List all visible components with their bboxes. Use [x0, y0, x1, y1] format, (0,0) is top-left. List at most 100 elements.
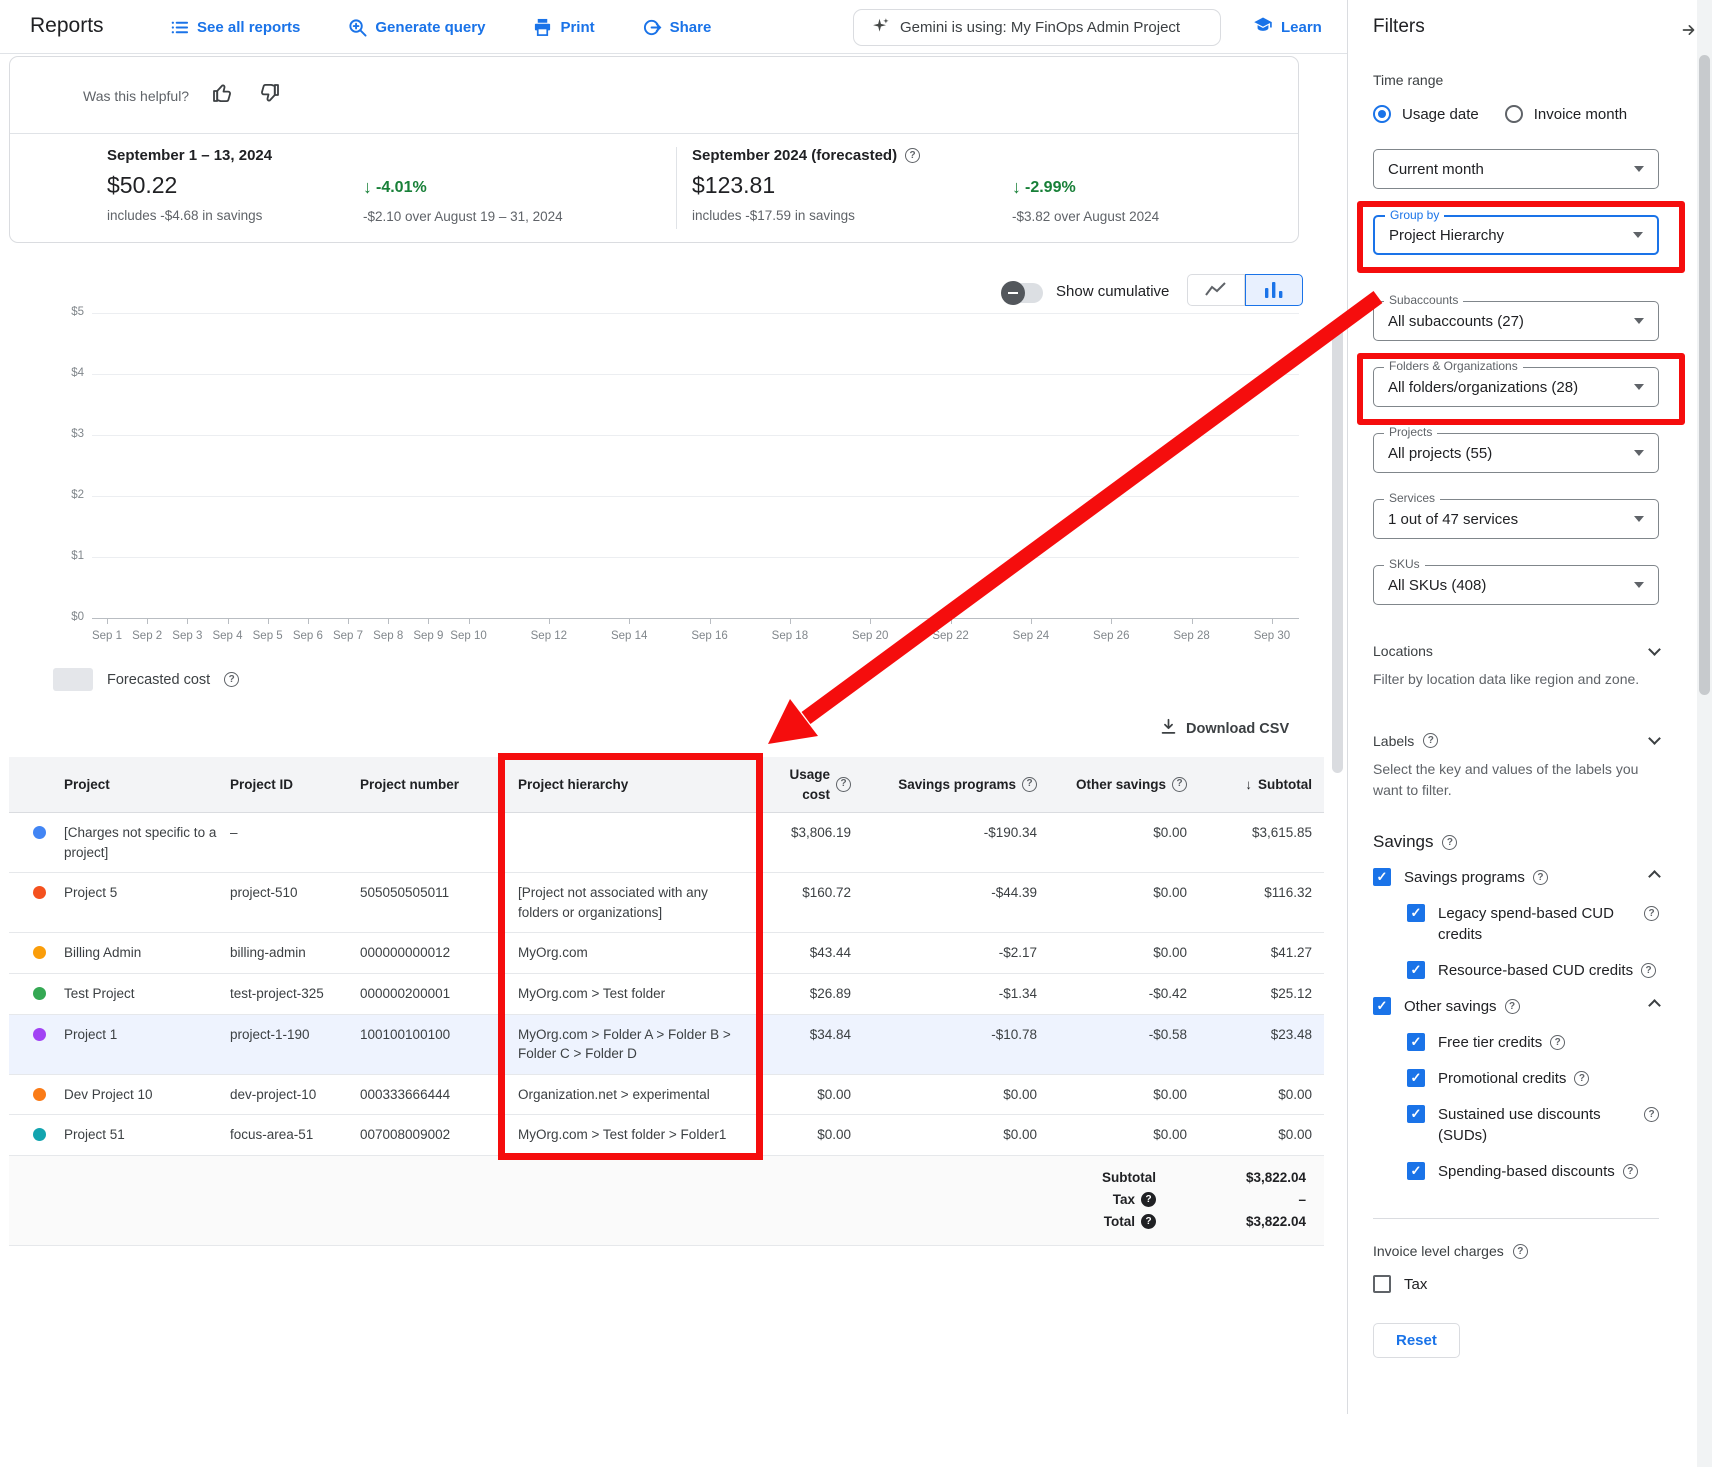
checkbox-row-legacy-spend-based-cud-credits[interactable]: ✓Legacy spend-based CUD credits?	[1407, 903, 1659, 945]
column-help-icon[interactable]: ?	[1172, 777, 1187, 792]
checkbox[interactable]: ✓	[1373, 868, 1391, 886]
thumbs-up-button[interactable]	[211, 81, 235, 110]
window-scrollbar-thumb[interactable]	[1699, 55, 1710, 695]
learn-link[interactable]: Learn	[1253, 15, 1322, 39]
tax-help-icon[interactable]: ?	[1141, 1192, 1156, 1207]
checkbox-row-savings-programs[interactable]: ✓Savings programs?	[1373, 867, 1659, 888]
table-row[interactable]: [Charges not specific to a project]–$3,8…	[9, 813, 1324, 873]
checkbox-row-free-tier-credits[interactable]: ✓Free tier credits?	[1407, 1032, 1659, 1053]
forecast-bar[interactable]	[656, 353, 682, 618]
tax-checkbox-row[interactable]: Tax	[1373, 1274, 1659, 1295]
reset-button[interactable]: Reset	[1373, 1323, 1460, 1358]
skus-select[interactable]: SKUsAll SKUs (408)	[1373, 565, 1659, 605]
show-cumulative-toggle[interactable]	[1003, 283, 1043, 303]
group-by-select[interactable]: Group byProject Hierarchy	[1373, 215, 1659, 255]
checkbox-row-promotional-credits[interactable]: ✓Promotional credits?	[1407, 1068, 1659, 1089]
help-icon[interactable]: ?	[1533, 870, 1548, 885]
forecast-bar[interactable]	[817, 353, 843, 618]
cost-bar[interactable]	[174, 365, 200, 618]
help-icon[interactable]: ?	[1574, 1071, 1589, 1086]
table-row[interactable]: Test Projecttest-project-325000000200001…	[9, 974, 1324, 1015]
labels-section-header[interactable]: Labels ?	[1373, 733, 1659, 749]
forecast-bar[interactable]	[1259, 377, 1285, 618]
share-button[interactable]: Share	[643, 18, 712, 37]
projects-select[interactable]: ProjectsAll projects (55)	[1373, 433, 1659, 473]
checkbox-row-resource-based-cud-credits[interactable]: ✓Resource-based CUD credits?	[1407, 960, 1659, 981]
help-icon[interactable]: ?	[1644, 1107, 1659, 1122]
column-help-icon[interactable]: ?	[836, 777, 851, 792]
checkbox[interactable]: ✓	[1407, 1162, 1425, 1180]
column-header-savings-programs[interactable]: Savings programs?	[863, 757, 1049, 812]
table-row[interactable]: Billing Adminbilling-admin000000000012My…	[9, 933, 1324, 974]
checkbox[interactable]: ✓	[1407, 1033, 1425, 1051]
forecast-bar[interactable]	[777, 353, 803, 618]
column-header-project-number[interactable]: Project number	[360, 757, 518, 812]
cost-bar[interactable]	[295, 365, 321, 618]
cost-bar[interactable]	[215, 365, 241, 618]
forecast-bar[interactable]	[1058, 377, 1084, 618]
labels-help-icon[interactable]: ?	[1423, 733, 1438, 748]
line-chart-type-button[interactable]	[1187, 274, 1245, 306]
forecast-bar[interactable]	[737, 353, 763, 618]
tax-checkbox[interactable]	[1373, 1275, 1391, 1293]
checkbox[interactable]: ✓	[1407, 961, 1425, 979]
print-button[interactable]: Print	[533, 18, 594, 37]
time-range-select[interactable]: Current month	[1373, 149, 1659, 189]
forecast-bar[interactable]	[1179, 377, 1205, 618]
forecast-bar[interactable]	[978, 371, 1004, 618]
cost-bar[interactable]	[576, 591, 602, 618]
services-select[interactable]: Services1 out of 47 services	[1373, 499, 1659, 539]
forecast-bar[interactable]	[857, 353, 883, 618]
forecast-bar[interactable]	[1219, 377, 1245, 618]
forecast-bar[interactable]	[1098, 377, 1124, 618]
locations-section-header[interactable]: Locations	[1373, 643, 1659, 659]
forecast-bar[interactable]	[616, 353, 642, 618]
column-header-subtotal[interactable]: ↓Subtotal	[1199, 757, 1324, 812]
help-icon[interactable]: ?	[1644, 906, 1659, 921]
savings-help-icon[interactable]: ?	[1442, 835, 1457, 850]
gemini-status-pill[interactable]: Gemini is using: My FinOps Admin Project	[853, 9, 1221, 46]
checkbox-row-other-savings[interactable]: ✓Other savings?	[1373, 996, 1659, 1017]
content-scrollbar-thumb[interactable]	[1332, 323, 1343, 773]
column-header-project[interactable]: Project	[64, 757, 230, 812]
radio-icon[interactable]	[1505, 105, 1523, 123]
cost-bar[interactable]	[536, 350, 562, 618]
checkbox[interactable]: ✓	[1407, 904, 1425, 922]
thumbs-down-button[interactable]	[257, 81, 281, 110]
help-icon[interactable]: ?	[1550, 1035, 1565, 1050]
radio-usage-date[interactable]: Usage date	[1373, 105, 1479, 123]
forecast-legend-help-icon[interactable]: ?	[224, 672, 239, 687]
cost-bar[interactable]	[375, 358, 401, 618]
column-header-project-id[interactable]: Project ID	[230, 757, 360, 812]
forecast-bar[interactable]	[897, 353, 923, 618]
folders-organizations-select[interactable]: Folders & OrganizationsAll folders/organ…	[1373, 367, 1659, 407]
see-all-reports-button[interactable]: See all reports	[170, 18, 300, 37]
checkbox[interactable]: ✓	[1407, 1069, 1425, 1087]
chevron-up-icon[interactable]	[1648, 870, 1661, 883]
radio-invoice-month[interactable]: Invoice month	[1505, 105, 1627, 123]
cost-bar[interactable]	[415, 350, 441, 618]
cost-bar[interactable]	[496, 350, 522, 618]
table-row[interactable]: Project 1project-1-190100100100100MyOrg.…	[9, 1015, 1324, 1075]
forecast-bar[interactable]	[938, 356, 964, 618]
column-help-icon[interactable]: ?	[1022, 777, 1037, 792]
table-row[interactable]: Dev Project 10dev-project-10000333666444…	[9, 1075, 1324, 1116]
cost-bar[interactable]	[456, 350, 482, 618]
help-icon[interactable]: ?	[1505, 999, 1520, 1014]
forecast-bar[interactable]	[1138, 377, 1164, 618]
chevron-up-icon[interactable]	[1648, 999, 1661, 1012]
checkbox[interactable]: ✓	[1373, 997, 1391, 1015]
checkbox[interactable]: ✓	[1407, 1105, 1425, 1123]
help-icon[interactable]: ?	[1623, 1164, 1638, 1179]
cost-bar[interactable]	[335, 365, 361, 618]
table-row[interactable]: Project 5project-510505050505011[Project…	[9, 873, 1324, 933]
forecast-help-icon[interactable]: ?	[905, 148, 920, 163]
cost-bar[interactable]	[255, 365, 281, 618]
checkbox-row-sustained-use-discounts-suds-[interactable]: ✓Sustained use discounts (SUDs)?	[1407, 1104, 1659, 1146]
cost-bar[interactable]	[94, 423, 120, 618]
total-help-icon[interactable]: ?	[1141, 1214, 1156, 1229]
generate-query-button[interactable]: Generate query	[348, 18, 485, 37]
checkbox-row-spending-based-discounts[interactable]: ✓Spending-based discounts?	[1407, 1161, 1659, 1182]
column-header-project-hierarchy[interactable]: Project hierarchy	[518, 757, 764, 812]
column-header-usage-cost[interactable]: Usage cost?	[764, 757, 863, 812]
